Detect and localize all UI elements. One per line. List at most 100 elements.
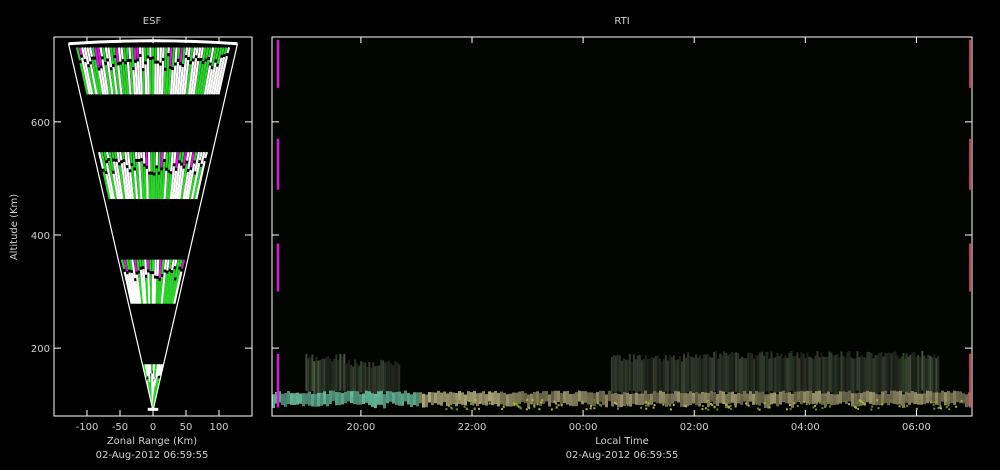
rti-spread-f-column (822, 356, 825, 397)
rti-speckle (854, 406, 857, 409)
rti-speckle (939, 407, 942, 410)
rti-spread-f-column (360, 361, 363, 393)
rti-spread-f-column (382, 360, 385, 392)
rti-layer-column (707, 392, 710, 407)
rti-spread-f-column (907, 356, 910, 397)
rti-spread-f-column (824, 356, 827, 397)
rti-spread-f-column (834, 354, 837, 395)
rti-layer-column (602, 390, 605, 405)
rti-spread-f-column (882, 356, 885, 397)
rti-layer-column (368, 391, 371, 406)
rti-speckle (653, 404, 656, 407)
esf-echo-streak (138, 259, 142, 267)
rti-speckle (562, 398, 565, 401)
rti-layer-column (803, 391, 806, 403)
esf-echo-streak (168, 259, 173, 269)
esf-x-tick-label: 0 (150, 422, 156, 433)
rti-spread-f-column (931, 357, 934, 397)
rti-layer-column (509, 393, 512, 407)
rti-layer-column (284, 393, 287, 407)
rti-layer-column (710, 390, 713, 402)
esf-echo-streak (157, 174, 161, 200)
rti-speckle (906, 404, 909, 407)
rti-speckle (812, 406, 815, 409)
rti-layer-column (809, 390, 812, 404)
rti-speckle (447, 404, 450, 407)
rti-layer-column (449, 391, 452, 406)
rti-spread-f-column (749, 352, 752, 393)
esf-echo-streak (139, 56, 143, 95)
rti-layer-column (590, 392, 593, 406)
rti-layer-column (689, 391, 692, 406)
rti-speckle (948, 408, 951, 411)
rti-x-tick-label: 04:00 (791, 422, 820, 433)
rti-spread-f-column (888, 352, 891, 392)
esf-echo-streak (148, 364, 152, 374)
rti-layer-column (584, 391, 587, 403)
rti-layer-column (674, 390, 677, 402)
rti-spread-f-column (392, 364, 395, 397)
rti-speckle (727, 405, 730, 408)
rti-spread-f-column (723, 351, 726, 391)
rti-title: RTI (614, 16, 629, 27)
rti-layer-column (569, 393, 572, 406)
rti-layer-column (965, 394, 968, 408)
rti-layer-column (380, 390, 383, 405)
esf-echo-streak (99, 47, 104, 57)
rti-spread-f-column (323, 358, 326, 396)
rti-speckle (614, 401, 617, 404)
rti-spread-f-column (630, 361, 633, 399)
rti-layer-column (842, 391, 845, 403)
rti-speckle (707, 401, 710, 404)
rti-speckle (871, 402, 874, 405)
rti-layer-column (332, 390, 335, 401)
rti-panel: RTI 20:00 22:00 00:00 02:00 04:00 06:00 Local… (271, 16, 973, 461)
rti-layer-column (323, 391, 326, 405)
rti-speckle (553, 400, 556, 403)
rti-spread-f-column (860, 355, 863, 395)
esf-title: ESF (143, 16, 162, 27)
rti-layer-column (347, 390, 350, 402)
rti-layer-column (356, 391, 359, 405)
rti-layer-column (410, 394, 413, 408)
rti-layer-column (632, 393, 635, 404)
rti-layer-column (941, 390, 944, 402)
rti-x-tick-label: 02:00 (680, 422, 709, 433)
rti-spread-f-column (388, 360, 391, 392)
rti-layer-column (287, 391, 290, 405)
rti-layer-column (422, 393, 425, 408)
rti-layer-column (326, 394, 329, 407)
rti-layer-column (431, 392, 434, 406)
rti-layer-column (812, 393, 815, 404)
rti-speckle (645, 404, 648, 407)
rti-spread-f-column (858, 356, 861, 397)
rti-spread-f-column (884, 353, 887, 393)
rti-layer-column (749, 391, 752, 402)
rti-layer-column (308, 391, 311, 406)
rti-speckle (945, 406, 948, 409)
rti-speckle (828, 405, 831, 408)
esf-echo-streak (117, 47, 122, 62)
rti-speckle (519, 407, 522, 410)
rti-layer-column (383, 394, 386, 409)
rti-spread-f-column (634, 359, 637, 396)
rti-spread-f-column (398, 364, 401, 396)
rti-spread-f-column (680, 361, 683, 399)
rti-layer-column (404, 390, 407, 402)
rti-layer-column (359, 394, 362, 405)
rti-spread-f-column (638, 354, 641, 392)
rti-layer-column (839, 391, 842, 404)
rti-spread-f-column (806, 352, 809, 393)
rti-spread-f-column (735, 352, 738, 392)
rti-layer-column (605, 394, 608, 408)
rti-spread-f-column (309, 357, 312, 394)
rti-speckle (468, 399, 471, 402)
rti-layer-column (407, 393, 410, 405)
esf-x-tick-label: -100 (76, 422, 99, 433)
rti-spread-f-column (870, 353, 873, 393)
rti-layer-column (764, 394, 767, 409)
rti-speckle (889, 399, 892, 402)
rti-speckle (763, 402, 766, 405)
esf-echo-streak (160, 60, 165, 95)
esf-echo-streak (141, 259, 145, 267)
